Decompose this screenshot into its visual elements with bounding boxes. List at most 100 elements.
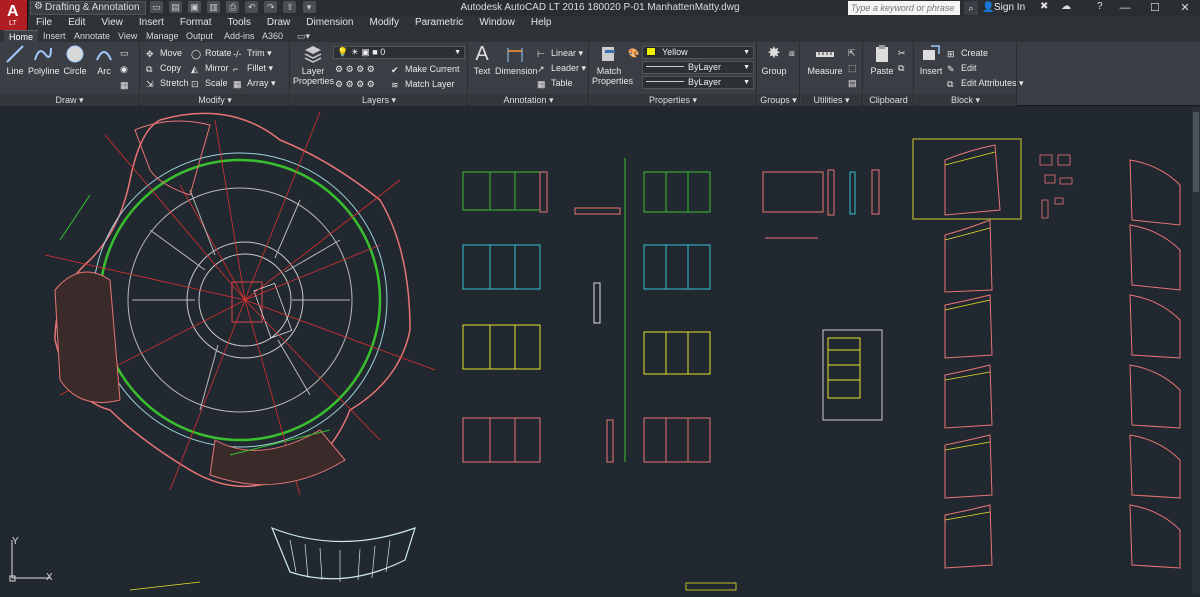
panel-groups-title[interactable]: Groups ▾ [758, 94, 799, 106]
lineweight-dropdown[interactable]: ByLayer ▼ [642, 76, 754, 89]
layer-properties-label-2: Properties [293, 76, 335, 86]
line-button[interactable]: Line [4, 44, 26, 76]
panel-utilities-title[interactable]: Utilities ▾ [801, 94, 862, 106]
search-input[interactable]: Type a keyword or phrase [848, 1, 960, 15]
a360-icon[interactable]: ☁ [1061, 1, 1071, 12]
tab-a360[interactable]: A360 [257, 30, 288, 42]
match-properties-button[interactable]: Match Properties [592, 44, 633, 86]
color-dropdown[interactable]: Yellow ▼ [642, 46, 754, 59]
fillet-button[interactable]: ⌐ Fillet ▾ [233, 61, 273, 75]
copy-label: Copy [160, 63, 182, 73]
mirror-button[interactable]: ◭ Mirror [191, 61, 229, 75]
menu-draw[interactable]: Draw [259, 16, 298, 30]
menu-view[interactable]: View [93, 16, 131, 30]
arc-button[interactable]: Arc [94, 44, 114, 76]
menu-edit[interactable]: Edit [60, 16, 93, 30]
ribbon-options-icon[interactable]: ▭▾ [292, 30, 315, 42]
sign-in-button[interactable]: 👤 Sign In [982, 1, 1025, 15]
scrollbar-thumb[interactable] [1193, 112, 1199, 192]
move-label: Move [160, 48, 183, 58]
exchange-icon[interactable]: ✖ [1040, 1, 1048, 12]
polyline-button[interactable]: Polyline [28, 44, 60, 76]
tab-home[interactable]: Home [4, 30, 39, 42]
layer-properties-button[interactable]: Layer Properties [293, 44, 335, 86]
circle-button[interactable]: Circle [62, 44, 88, 76]
dimension-button[interactable]: Dimension [495, 44, 538, 76]
dimension-icon [507, 48, 523, 62]
layer-dropdown[interactable]: 💡 ☀ ▣ ■ 0 ▼ [333, 46, 465, 59]
panel-properties: Match Properties 🎨 Yellow ▼ ByLayer ▼ By… [590, 42, 757, 106]
group-label: Group [761, 66, 787, 76]
tab-insert[interactable]: Insert [38, 30, 71, 42]
menu-tools[interactable]: Tools [220, 16, 259, 30]
edit-block-button[interactable]: ✎ Edit [947, 61, 977, 75]
menu-window[interactable]: Window [471, 16, 523, 30]
leader-label: Leader [551, 63, 580, 73]
tab-add-ins[interactable]: Add-ins [219, 30, 260, 42]
array-button[interactable]: ▦ Array ▾ [233, 76, 276, 90]
rotate-button[interactable]: ◯ Rotate [191, 46, 232, 60]
panel-annotation-title[interactable]: Annotation ▾ [469, 94, 588, 106]
menu-dimension[interactable]: Dimension [298, 16, 361, 30]
group-button[interactable]: ✸ Group [760, 44, 788, 76]
calculator-icon[interactable]: ▤ [848, 76, 857, 90]
help-icon[interactable]: ? [1097, 1, 1103, 12]
edit-attributes-button[interactable]: ⧉ Edit Attributes ▾ [947, 76, 1024, 90]
close-button[interactable]: ✕ [1170, 0, 1200, 16]
tab-view[interactable]: View [113, 30, 142, 42]
search-icon[interactable]: ⌕ [964, 1, 978, 15]
hatch-icon[interactable]: ◉ [120, 62, 128, 76]
measure-button[interactable]: Measure [805, 44, 845, 76]
ungroup-icon[interactable]: ⧈ [789, 46, 795, 60]
select-all-icon[interactable]: ⬚ [848, 61, 857, 75]
panel-clipboard-title[interactable]: Clipboard [864, 94, 913, 106]
utilities-title-label: Utilities [813, 95, 843, 105]
copy-clip-icon[interactable]: ⧉ [898, 61, 904, 75]
edit-attributes-label: Edit Attributes [961, 78, 1017, 88]
rectangle-icon[interactable]: ▭ [120, 46, 129, 60]
drawing-canvas[interactable] [0, 107, 1200, 594]
text-button[interactable]: A Text [471, 44, 493, 76]
make-current-icon: ✔ [391, 65, 399, 75]
scale-button[interactable]: ⊡ Scale [191, 76, 228, 90]
quick-select-icon[interactable]: ⇱ [848, 46, 856, 60]
trim-button[interactable]: -/- Trim ▾ [233, 46, 272, 60]
color-palette-icon: 🎨 [628, 48, 640, 58]
match-layer-button[interactable]: ≋ Match Layer [391, 77, 455, 91]
paste-button[interactable]: Paste [868, 44, 896, 76]
tab-manage[interactable]: Manage [141, 30, 184, 42]
panel-layers-title[interactable]: Layers ▾ [291, 94, 467, 106]
menu-help[interactable]: Help [523, 16, 560, 30]
make-current-button[interactable]: ✔ Make Current [391, 62, 460, 76]
chevron-down-icon: ▼ [743, 79, 750, 86]
panel-properties-title[interactable]: Properties ▾ [590, 94, 756, 106]
menu-format[interactable]: Format [172, 16, 220, 30]
cut-icon[interactable]: ✂ [898, 46, 906, 60]
panel-block-title[interactable]: Block ▾ [915, 94, 1016, 106]
layer-tools-row-1[interactable]: ⚙ ⚙ ⚙ ⚙ [335, 62, 375, 76]
table-button[interactable]: ▦ Table [537, 76, 573, 90]
tab-annotate[interactable]: Annotate [69, 30, 115, 42]
linetype-dropdown[interactable]: ByLayer ▼ [642, 61, 754, 74]
minimize-button[interactable]: — [1110, 0, 1140, 16]
match-properties-label-2: Properties [592, 76, 634, 86]
tab-output[interactable]: Output [181, 30, 218, 42]
maximize-button[interactable]: ☐ [1140, 0, 1170, 16]
leader-button[interactable]: ↗ Leader ▾ [537, 61, 586, 75]
menu-file[interactable]: File [28, 16, 60, 30]
create-block-button[interactable]: ⊞ Create [947, 46, 988, 60]
application-menu-button[interactable]: A LT [0, 0, 28, 30]
menu-insert[interactable]: Insert [131, 16, 172, 30]
insert-block-button[interactable]: Insert [917, 44, 945, 76]
panel-draw-title[interactable]: Draw ▾ [0, 94, 139, 106]
menu-parametric[interactable]: Parametric [407, 16, 471, 30]
linear-button[interactable]: ⊢ Linear ▾ [537, 46, 583, 60]
copy-button[interactable]: ⧉ Copy [146, 61, 181, 75]
move-button[interactable]: ✥ Move [146, 46, 182, 60]
region-icon[interactable]: ▦ [120, 78, 129, 92]
stretch-button[interactable]: ⇲ Stretch [146, 76, 189, 90]
layer-tools-row-2[interactable]: ⚙ ⚙ ⚙ ⚙ [335, 77, 375, 91]
bottom-arc-module [270, 526, 416, 580]
menu-modify[interactable]: Modify [362, 16, 407, 30]
panel-modify-title[interactable]: Modify ▾ [141, 94, 289, 106]
